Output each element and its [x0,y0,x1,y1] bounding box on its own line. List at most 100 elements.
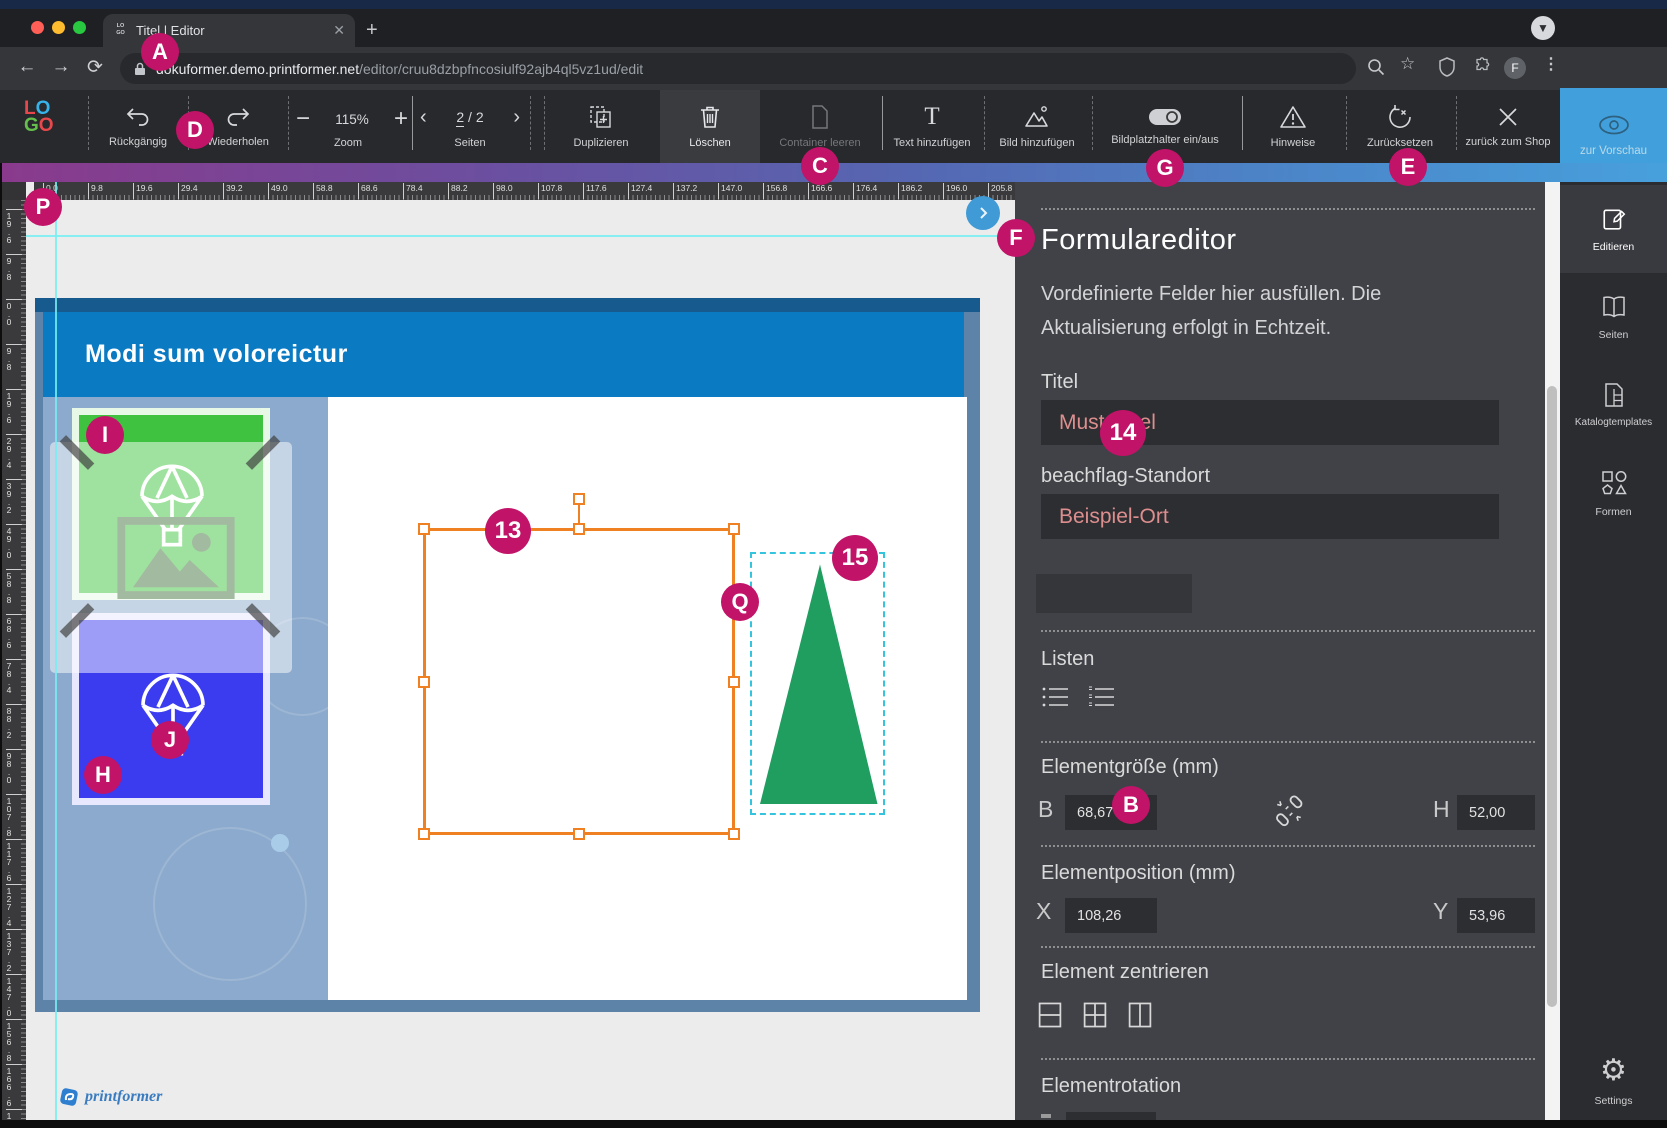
ruler-tick-label: 176.4 [856,183,877,193]
editor-window: LOGO Titel | Editor ✕ + ▼ ← → ⟳ dokuform… [0,0,1667,1128]
rail-item-seiten[interactable]: Seiten [1560,273,1667,361]
ruler-tick-label: 107.8 [4,796,14,836]
window-top-edge [0,0,1667,9]
ruler-tick-label: 9.8 [91,183,103,193]
duplicate-button[interactable]: Duplizieren [550,90,652,163]
add-image-button[interactable]: Bild hinzufügen [984,90,1090,163]
guide-line-horizontal[interactable] [26,235,1015,237]
ruler-tick-label: 78.4 [406,183,423,193]
ruler-tick-label: 19.6 [136,183,153,193]
resize-handle-se[interactable] [728,828,740,840]
ruler-horizontal: 0.09.819.629.439.249.058.868.678.488.298… [34,182,1015,200]
extensions-puzzle-icon[interactable] [1472,57,1492,77]
center-both-icon[interactable] [1081,1000,1109,1030]
annotation-badge-13: 13 [485,508,531,554]
annotation-badge-d: D [176,111,214,149]
y-position-input[interactable] [1457,898,1535,933]
page-title-text[interactable]: Modi sum voloreictur [85,340,348,369]
x-position-input[interactable] [1065,898,1157,933]
ruler-tick-label: 9.8 [4,346,14,370]
resize-handle-n[interactable] [573,523,585,535]
address-bar[interactable]: dokuformer.demo.printformer.net/editor/c… [120,53,1356,84]
rotate-handle[interactable] [573,493,585,505]
resize-handle-s[interactable] [573,828,585,840]
standort-field-label: beachflag-Standort [1041,465,1535,488]
rail-item-editieren[interactable]: Editieren [1560,185,1667,273]
annotation-badge-p: P [24,188,62,226]
next-page-icon[interactable]: › [513,106,520,129]
hints-button[interactable]: Hinweise [1242,90,1344,163]
numbered-list-icon[interactable] [1087,684,1117,710]
browser-tab[interactable]: LOGO Titel | Editor ✕ [103,14,355,47]
page-navigation: ‹ 2 / 2 › [420,102,520,132]
standort-field-input[interactable] [1041,494,1499,539]
divider [1041,1058,1535,1060]
zoom-in-button[interactable]: + [394,105,408,133]
browser-toolbar: ← → ⟳ dokuformer.demo.printformer.net/ed… [0,47,1667,90]
ruler-tick-label: 107.8 [541,183,562,193]
triangle-shape[interactable] [755,557,880,809]
resize-handle-e[interactable] [728,676,740,688]
triangle-shape-bounds[interactable] [750,552,885,815]
ruler-tick-label: 137.2 [4,931,14,971]
resize-handle-w[interactable] [418,676,430,688]
gear-icon: ⚙ [1600,1056,1627,1086]
ruler-tick-label: 147.0 [721,183,742,193]
profile-avatar[interactable]: F [1504,57,1526,79]
bullet-list-icon[interactable] [1041,684,1071,710]
zoom-controls: − 115% + [296,104,408,134]
rail-item-settings[interactable]: ⚙ Settings [1560,1037,1667,1125]
selected-element-frame[interactable] [423,528,735,835]
delete-button[interactable]: Löschen [660,90,760,163]
ruler-tick-label: 127.4 [631,183,652,193]
resize-handle-nw[interactable] [418,523,430,535]
previous-page-icon[interactable]: ‹ [420,106,427,129]
back-icon[interactable]: ← [14,56,40,78]
resize-handle-sw[interactable] [418,828,430,840]
zoom-search-icon[interactable] [1366,57,1386,77]
add-text-button[interactable]: T Text hinzufügen [882,90,982,163]
page-header-band[interactable]: Modi sum voloreictur [43,312,964,397]
printformer-watermark: printformer [58,1086,162,1108]
design-canvas[interactable]: 0.09.819.629.439.249.058.868.678.488.298… [8,182,1015,1120]
next-page-arrow-button[interactable] [966,196,1000,230]
guide-line-vertical[interactable] [55,182,57,1120]
panel-description: Vordefinierte Felder hier ausfüllen. Die… [1041,277,1535,345]
ruler-tick-label: 39.2 [4,481,14,513]
window-close-button[interactable] [31,21,44,34]
bookmark-star-icon[interactable]: ☆ [1400,54,1415,74]
window-minimize-button[interactable] [52,21,65,34]
center-horizontal-icon[interactable] [1036,1000,1064,1030]
page-current[interactable]: 2 [456,109,464,127]
zoom-out-button[interactable]: − [296,105,310,133]
scrollbar-thumb[interactable] [1547,386,1557,1007]
mode-rail: Editieren Seiten Katalogtemplates Formen [1560,182,1667,1128]
add-text-icon: T [924,104,939,130]
eye-icon [1597,114,1631,136]
new-tab-button[interactable]: + [366,19,378,42]
window-zoom-button[interactable] [73,21,86,34]
ruler-tick-label: 117.6 [586,183,607,193]
undo-button[interactable]: Rückgängig [88,90,188,163]
height-input[interactable] [1457,795,1535,830]
rail-item-formen[interactable]: Formen [1560,449,1667,537]
back-to-shop-button[interactable]: zurück zum Shop [1456,90,1560,163]
shield-icon[interactable] [1438,57,1456,77]
divider [1041,845,1535,847]
browser-menu-icon[interactable]: ⋮ [1543,54,1559,74]
center-vertical-icon[interactable] [1126,1000,1154,1030]
panel-scrollbar[interactable] [1545,182,1560,1128]
browser-downloads-icon[interactable]: ▼ [1531,16,1555,40]
resize-handle-ne[interactable] [728,523,740,535]
window-left-edge [0,163,2,1128]
empty-field-stub[interactable] [1036,574,1192,613]
forward-icon[interactable]: → [48,56,74,78]
reload-icon[interactable]: ⟳ [82,56,108,79]
link-broken-icon[interactable] [1273,794,1305,828]
ruler-tick-label: 98.0 [496,183,513,193]
edit-icon [1601,206,1627,232]
ruler-tick-label: 68.6 [361,183,378,193]
tab-close-icon[interactable]: ✕ [333,22,345,39]
annotation-badge-g: G [1146,149,1184,187]
rail-item-katalogtemplates[interactable]: Katalogtemplates [1560,361,1667,449]
